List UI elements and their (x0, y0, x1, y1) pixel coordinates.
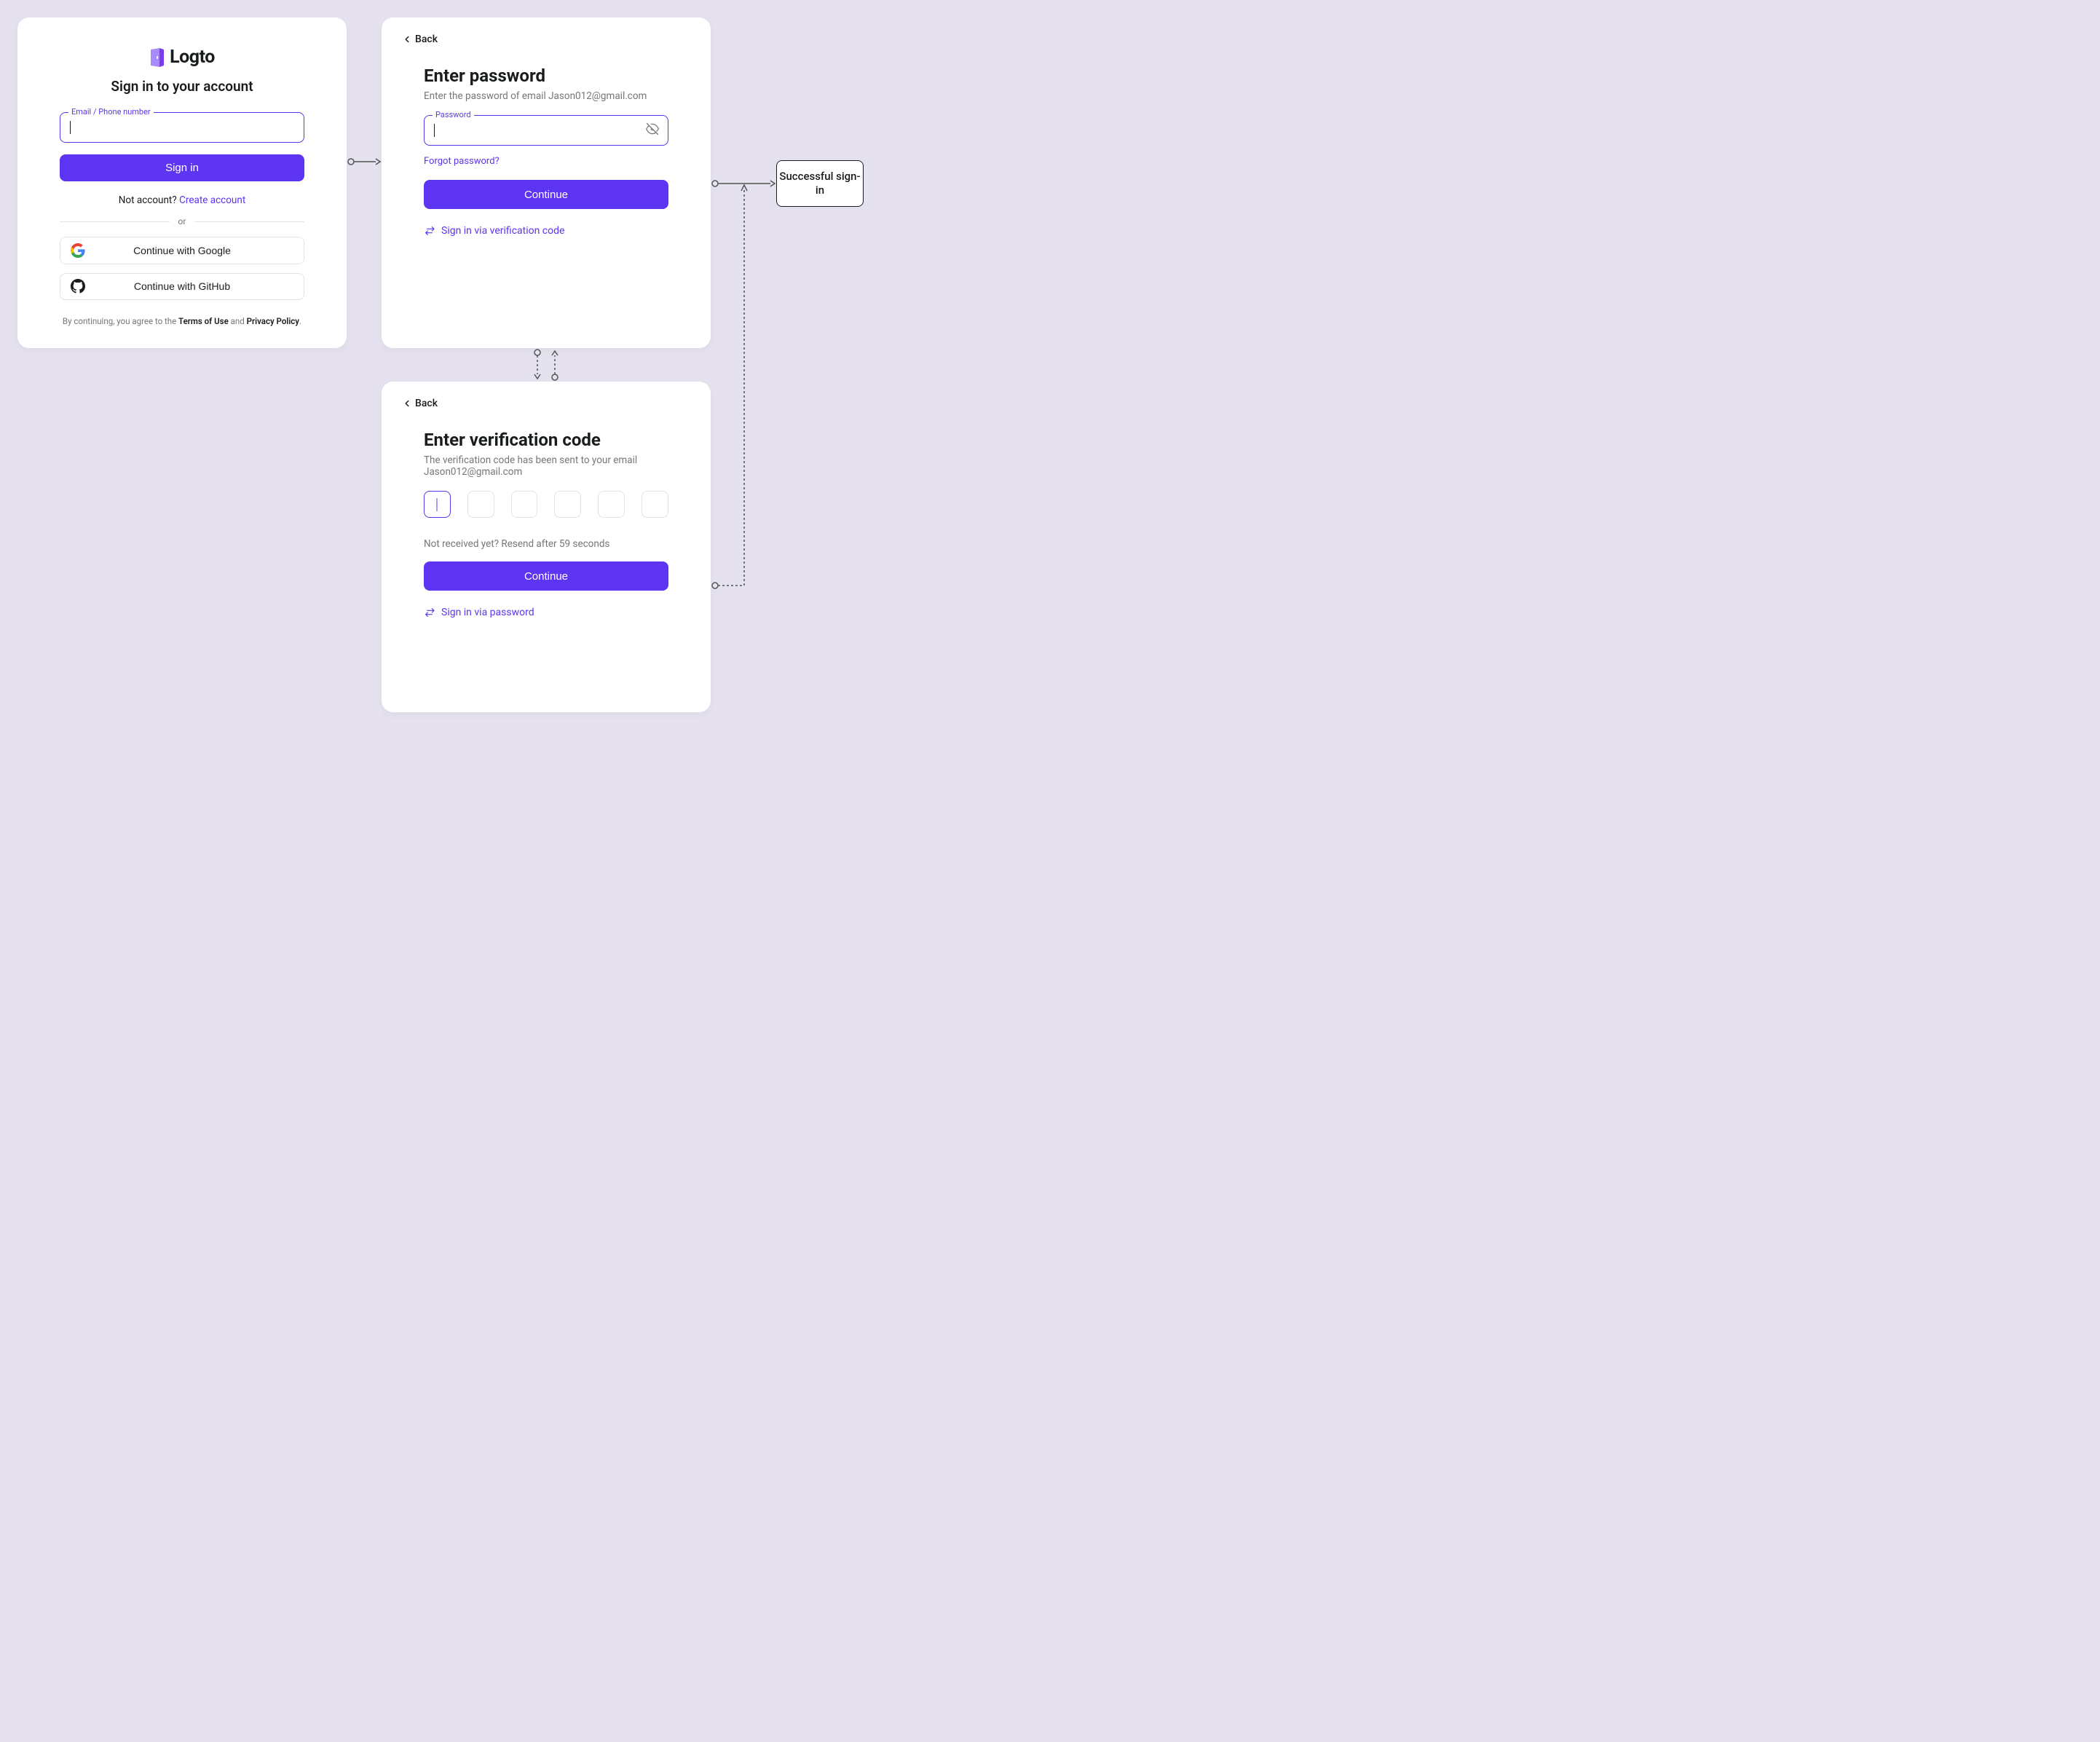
swap-icon (424, 225, 435, 237)
password-field[interactable]: Password (424, 115, 668, 146)
identifier-field[interactable]: Email / Phone number (60, 112, 304, 143)
brand-logo: Logto (149, 47, 215, 68)
code-title: Enter verification code (424, 430, 668, 450)
resend-text: Not received yet? Resend after 59 second… (424, 538, 668, 550)
forgot-password-link[interactable]: Forgot password? (424, 156, 500, 167)
continue-github-button[interactable]: Continue with GitHub (60, 273, 304, 300)
logto-icon (149, 48, 165, 67)
arrow-code-to-success (711, 184, 754, 591)
chevron-left-icon (402, 398, 412, 409)
privacy-policy-link[interactable]: Privacy Policy (247, 316, 299, 326)
otp-cell-4[interactable] (554, 491, 581, 518)
code-continue-button[interactable]: Continue (424, 561, 668, 591)
signin-via-password-link[interactable]: Sign in via password (424, 607, 668, 618)
google-icon (71, 243, 85, 258)
terms-of-use-link[interactable]: Terms of Use (178, 316, 229, 326)
signin-via-code-link[interactable]: Sign in via verification code (424, 225, 668, 237)
password-subtitle: Enter the password of email Jason012@gma… (424, 90, 668, 102)
otp-cell-3[interactable] (511, 491, 538, 518)
github-icon (71, 279, 85, 293)
otp-input-row (424, 491, 668, 518)
signin-card: Logto Sign in to your account Email / Ph… (17, 17, 347, 348)
success-node: Successful sign-in (776, 160, 864, 207)
create-account-row: Not account? Create account (119, 194, 245, 206)
signin-title: Sign in to your account (111, 78, 253, 95)
toggle-password-visibility-icon[interactable] (645, 122, 660, 139)
otp-cell-2[interactable] (467, 491, 494, 518)
back-button[interactable]: Back (402, 398, 690, 409)
terms-text: By continuing, you agree to the Terms of… (63, 316, 301, 326)
arrow-signin-to-password (347, 156, 382, 168)
otp-cell-1[interactable] (424, 491, 451, 518)
signin-button[interactable]: Sign in (60, 154, 304, 181)
password-label: Password (433, 110, 474, 119)
or-divider: or (60, 216, 304, 226)
otp-cell-5[interactable] (598, 491, 625, 518)
arrow-password-code-bidirectional (529, 348, 564, 382)
identifier-label: Email / Phone number (68, 107, 154, 117)
create-account-link[interactable]: Create account (179, 194, 245, 206)
password-continue-button[interactable]: Continue (424, 180, 668, 209)
password-card: Back Enter password Enter the password o… (382, 17, 711, 348)
verification-code-card: Back Enter verification code The verific… (382, 382, 711, 712)
otp-cell-6[interactable] (642, 491, 668, 518)
password-title: Enter password (424, 66, 668, 86)
continue-google-button[interactable]: Continue with Google (60, 237, 304, 264)
swap-icon (424, 607, 435, 618)
back-button[interactable]: Back (402, 34, 690, 45)
code-subtitle: The verification code has been sent to y… (424, 454, 668, 478)
chevron-left-icon (402, 34, 412, 44)
brand-name: Logto (170, 47, 215, 68)
